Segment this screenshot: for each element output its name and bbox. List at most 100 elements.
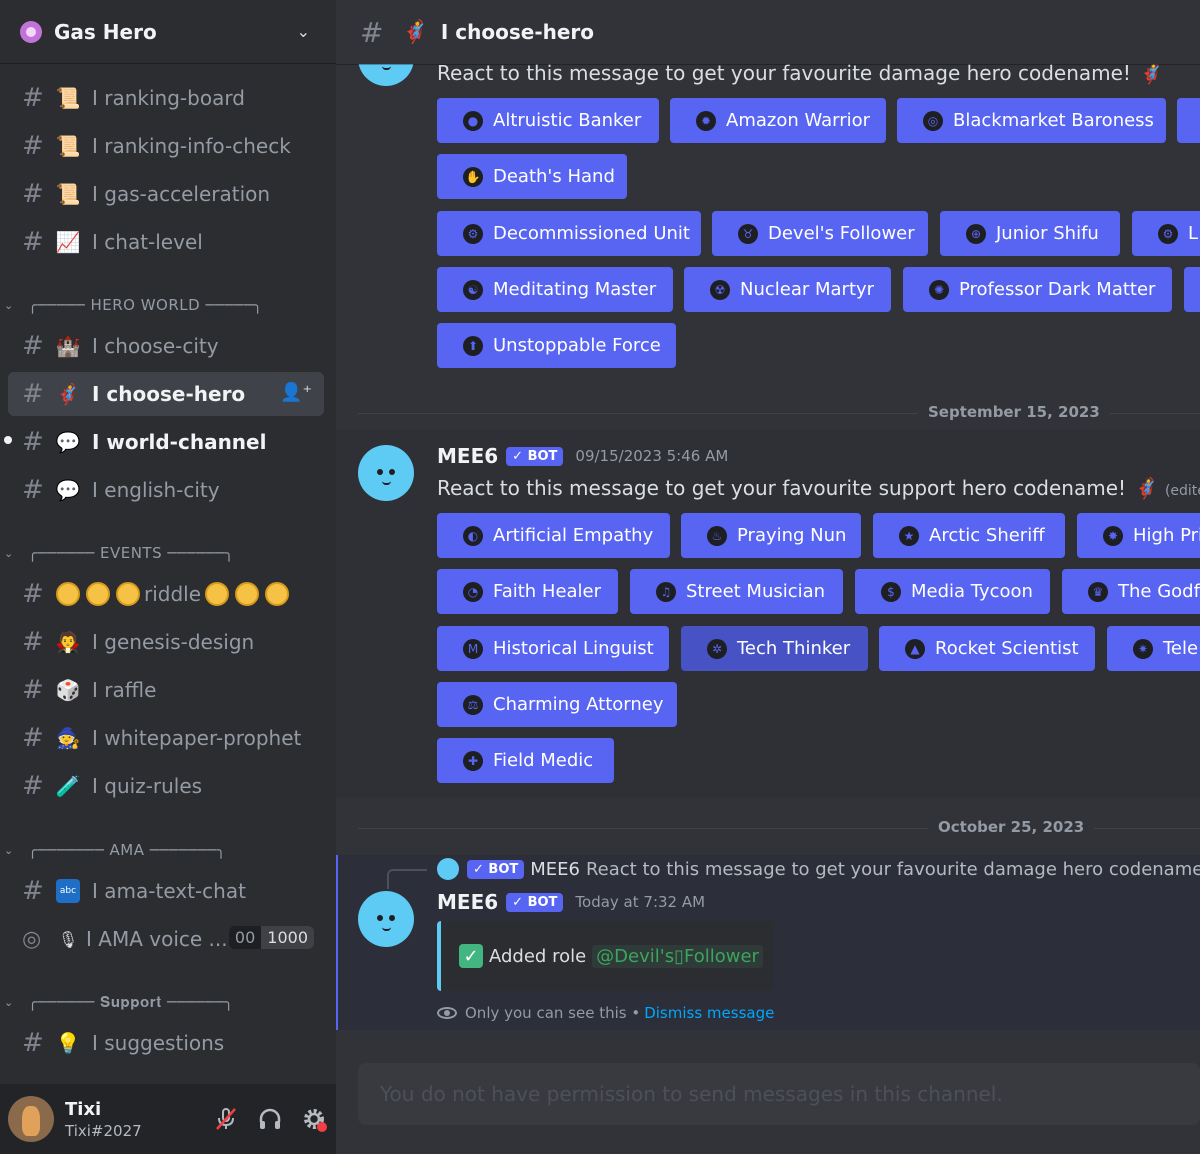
mee6-avatar[interactable] [358, 891, 414, 947]
role-button[interactable]: ☢ Nuclear Martyr [684, 267, 891, 312]
role-icon: ♨ [707, 525, 727, 546]
role-button[interactable]: ◔ Faith Healer [437, 569, 618, 614]
role-icon: ◎ [923, 110, 943, 131]
user-avatar[interactable] [8, 1096, 54, 1142]
date-divider: October 25, 2023 [358, 818, 1200, 836]
role-button[interactable]: ⚙ L [1132, 211, 1200, 256]
role-button[interactable]: ★ Arctic Sheriff [873, 513, 1065, 558]
server-icon [20, 20, 42, 43]
bot-badge: ✓ BOT [506, 892, 564, 912]
add-user-icon[interactable]: 👤⁺ [280, 382, 312, 403]
role-button[interactable] [1177, 98, 1200, 143]
channel-riddle[interactable]: # riddle [8, 572, 324, 616]
hash-icon: # [22, 331, 44, 361]
role-icon: ⚙ [1158, 223, 1178, 244]
mute-microphone-button[interactable] [204, 1097, 248, 1141]
dismiss-message-link[interactable]: Dismiss message [644, 1004, 774, 1022]
user-settings-button[interactable] [292, 1097, 336, 1141]
server-header[interactable]: Gas Hero ⌄ [0, 0, 336, 64]
role-button[interactable]: ◎ Blackmarket Baroness [897, 98, 1166, 143]
role-button[interactable] [1184, 267, 1200, 312]
channel-ranking-board[interactable]: # 📜 I ranking-board [8, 76, 324, 120]
role-button[interactable]: ✲ Tech Thinker [681, 626, 868, 671]
role-icon: ♉ [738, 223, 758, 244]
channel-raffle[interactable]: # 🎲 I raffle [8, 668, 324, 712]
role-button[interactable]: ⊕ Junior Shifu [940, 211, 1120, 256]
channel-english-city[interactable]: # 💬 I english-city [8, 468, 324, 512]
channel-choose-hero[interactable]: # 🦸 I choose-hero 👤⁺ [8, 372, 324, 416]
role-button[interactable]: ☯ Meditating Master [437, 267, 673, 312]
role-button[interactable]: ⚖ Charming Attorney [437, 682, 677, 727]
role-button[interactable]: ⬆ Unstoppable Force [437, 323, 676, 368]
role-icon: ⚙ [463, 223, 483, 244]
ephemeral-notice: Only you can see this • Dismiss message [437, 1004, 774, 1022]
author-name[interactable]: MEE6 [437, 444, 498, 468]
channel-whitepaper-prophet[interactable]: # 🧙 I whitepaper-prophet [8, 716, 324, 760]
chart-emoji-icon: 📈 [55, 230, 81, 254]
role-button[interactable]: ♉ Devel's Follower [712, 211, 928, 256]
message-text: React to this message to get your favour… [437, 476, 1200, 500]
message-text: React to this message to get your favour… [437, 61, 1164, 85]
channel-ranking-info-check[interactable]: # 📜 I ranking-info-check [8, 124, 324, 168]
speech-emoji-icon: 💬 [55, 430, 81, 454]
channel-world-channel[interactable]: # 💬 I world-channel [4, 420, 324, 464]
role-button[interactable]: ✋ Death's Hand [437, 154, 627, 199]
mee6-avatar[interactable] [358, 445, 414, 501]
role-mention[interactable]: @Devil's▯Follower [592, 944, 763, 968]
channel-label: whitepaper-prophet [104, 726, 302, 750]
role-button[interactable]: $ Media Tycoon [855, 569, 1050, 614]
role-icon: ♫ [656, 581, 676, 602]
channel-quiz-rules[interactable]: # 🧪 I quiz-rules [8, 764, 324, 808]
role-icon: ⬆ [463, 335, 483, 356]
channel-gas-acceleration[interactable]: # 📜 I gas-acceleration [8, 172, 324, 216]
deafen-button[interactable] [248, 1097, 292, 1141]
channel-label: suggestions [104, 1031, 225, 1055]
author-name[interactable]: MEE6 [437, 890, 498, 914]
role-button[interactable]: ● Altruistic Banker [437, 98, 659, 143]
role-button[interactable]: ✺ Professor Dark Matter [903, 267, 1172, 312]
category-support[interactable]: ⌄ ╭────── 𝐒𝐮𝐩𝐩𝐨𝐫𝐭 ──────╮ [4, 990, 324, 1014]
channel-choose-city[interactable]: # 🏰 I choose-city [8, 324, 324, 368]
bot-badge: ✓ BOT [467, 859, 525, 879]
role-button[interactable]: ♫ Street Musician [630, 569, 843, 614]
role-icon: ✹ [696, 110, 716, 131]
role-button[interactable]: ⚙ Decommissioned Unit [437, 211, 701, 256]
cookie-emoji-icon [265, 582, 290, 606]
role-button[interactable]: ✚ Field Medic [437, 738, 614, 783]
category-events[interactable]: ⌄ ╭────── EVENTS ──────╮ [4, 541, 324, 565]
role-button[interactable]: ✷ Tele [1107, 626, 1200, 671]
role-button[interactable]: ✹ Amazon Warrior [670, 98, 886, 143]
role-icon: ▲ [905, 638, 925, 659]
message-author-row: MEE6 ✓ BOT 09/15/2023 5:46 AM [437, 444, 728, 468]
channel-ama-text-chat[interactable]: # abc I ama-text-chat [8, 869, 324, 913]
role-button[interactable]: M Historical Linguist [437, 626, 669, 671]
channel-chat-level[interactable]: # 📈 I chat-level [8, 220, 324, 264]
hero-emoji-icon: 🦸 [401, 19, 429, 45]
role-button[interactable]: ✸ High Pri [1077, 513, 1200, 558]
category-hero-world[interactable]: ⌄ ╭───── HERO WORLD ─────╮ [4, 293, 324, 317]
hash-icon: # [22, 675, 44, 705]
role-button[interactable]: ♨ Praying Nun [681, 513, 861, 558]
channel-header: # 🦸 I choose-hero [336, 0, 1200, 64]
reply-preview[interactable]: ✓ BOT MEE6 React to this message to get … [437, 857, 1200, 881]
hash-icon: # [22, 1028, 44, 1058]
role-icon: ✋ [463, 166, 483, 187]
role-button[interactable]: ◐ Artificial Empathy [437, 513, 670, 558]
chevron-down-icon[interactable]: ⌄ [297, 22, 310, 41]
server-name: Gas Hero [54, 19, 157, 44]
channel-genesis-design[interactable]: # 🧛 I genesis-design [8, 620, 324, 664]
role-button[interactable]: ▲ Rocket Scientist [879, 626, 1095, 671]
role-icon: ⚖ [463, 694, 483, 715]
date-divider: September 15, 2023 [358, 403, 1200, 421]
reply-connector [387, 869, 427, 889]
role-button[interactable]: ♛The Godfa [1062, 569, 1200, 614]
category-ama[interactable]: ⌄ ╭─────── AMA ───────╮ [4, 838, 324, 862]
channel-label: chat-level [104, 230, 203, 254]
hero-emoji-icon: 🦸 [1138, 61, 1164, 85]
channel-suggestions[interactable]: # 💡 I suggestions [8, 1021, 324, 1065]
channel-ama-voice[interactable]: ◎ 🎙 I AMA voice ... 00 1000 [8, 917, 324, 961]
channel-label: quiz-rules [104, 774, 203, 798]
channel-label: world-channel [106, 430, 267, 454]
role-icon: ✚ [463, 750, 483, 771]
channel-label: ranking-board [104, 86, 245, 110]
